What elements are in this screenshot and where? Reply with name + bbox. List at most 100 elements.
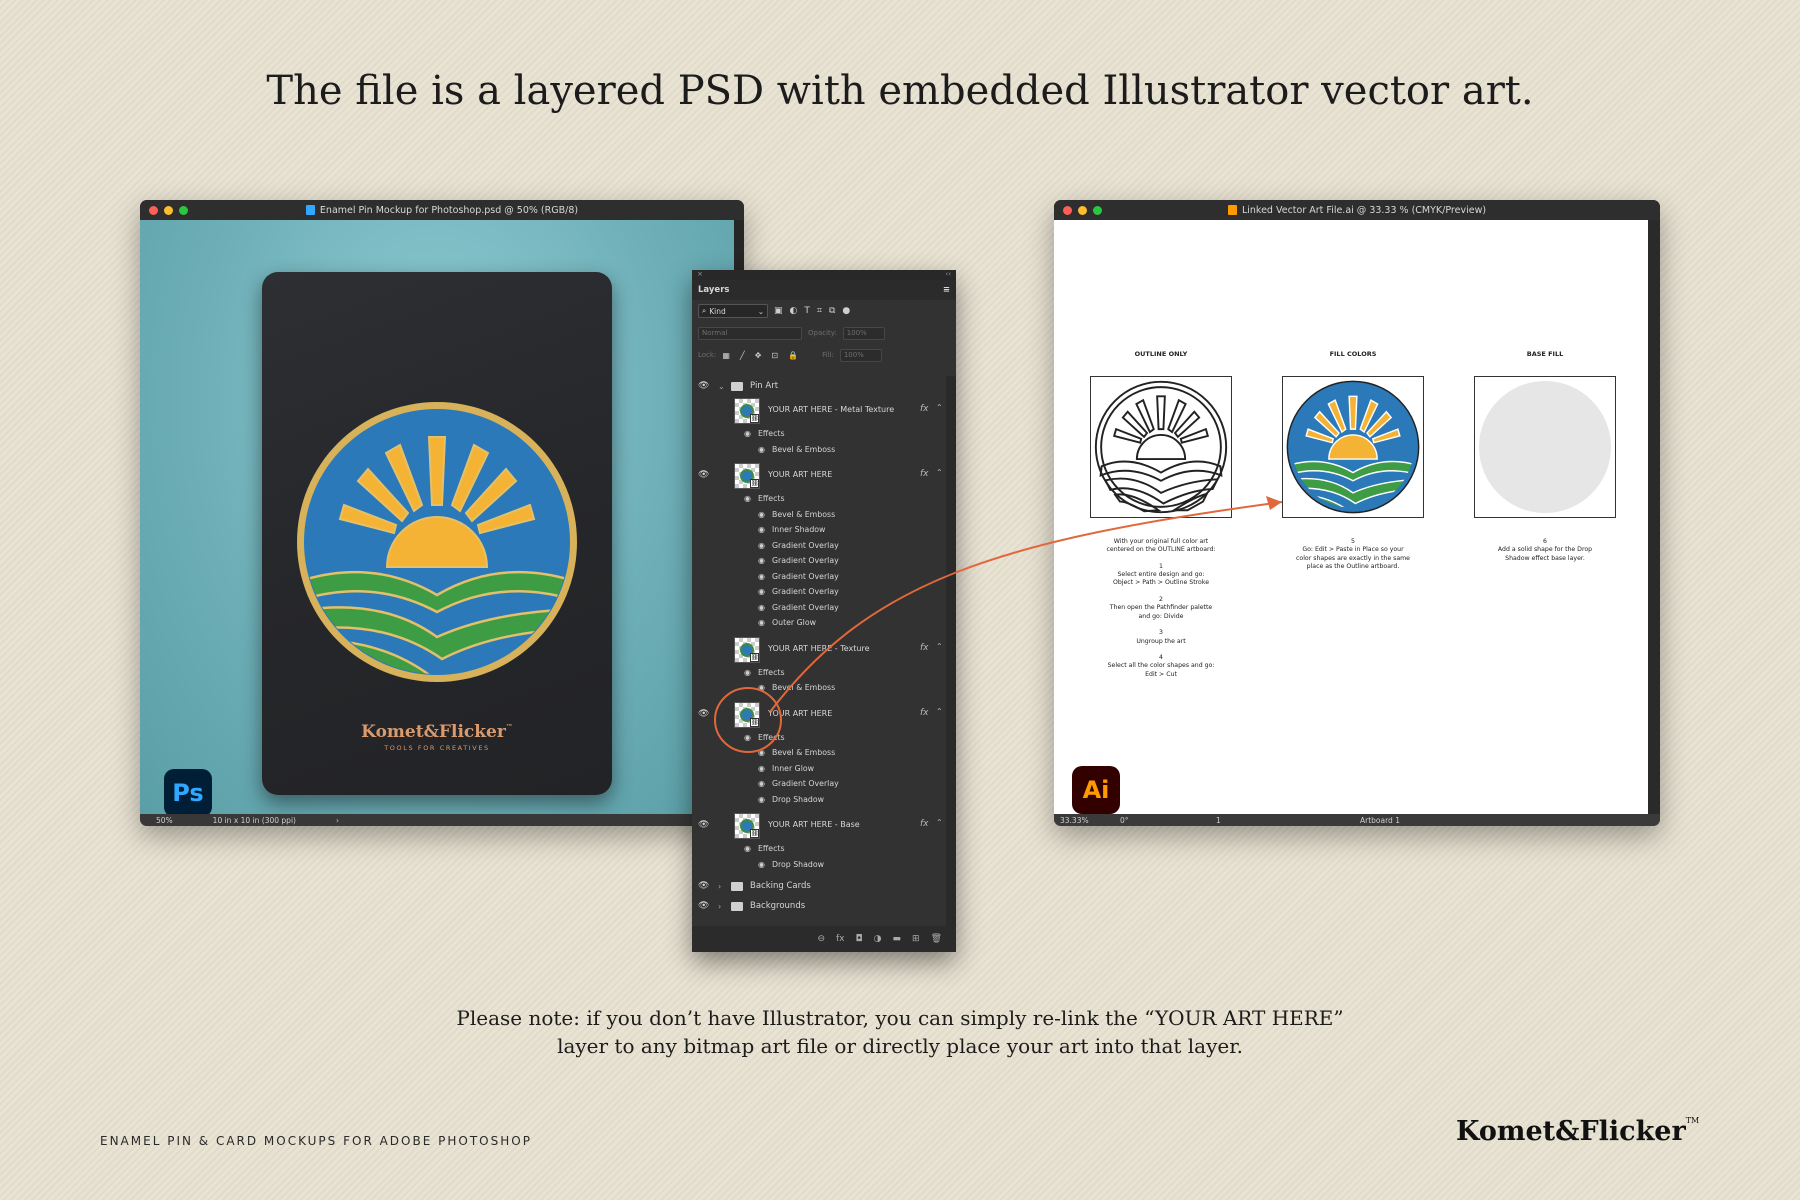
- chevron-right-icon[interactable]: ›: [718, 882, 721, 891]
- ps-status-caret-icon[interactable]: ›: [336, 816, 339, 825]
- effects-header[interactable]: ◉ Effects: [692, 426, 946, 442]
- panel-collapse-icon[interactable]: ‹‹: [945, 270, 951, 278]
- chevron-up-icon[interactable]: ⌃: [936, 707, 943, 716]
- artboard-base-fill[interactable]: [1474, 376, 1616, 518]
- filter-toggle-icon[interactable]: ●: [842, 306, 850, 316]
- chevron-up-icon[interactable]: ⌃: [936, 468, 943, 477]
- effect-eye-icon[interactable]: ◉: [758, 795, 765, 804]
- layers-scrollbar[interactable]: [946, 376, 956, 926]
- effect-eye-icon[interactable]: ◉: [744, 494, 751, 503]
- layer-row[interactable]: 👁 ⛓ YOUR ART HERE - Base fx ⌃: [692, 811, 946, 841]
- layers-panel[interactable]: × ‹‹ Layers ≡ ⌕ Kind ⌄ ▣ ◐ T ⌗ ⧉ ● Normal Opa…: [692, 270, 956, 952]
- lock-brush-icon[interactable]: ╱: [740, 351, 745, 360]
- effect-eye-icon[interactable]: ◉: [744, 668, 751, 677]
- effect-eye-icon[interactable]: ◉: [758, 779, 765, 788]
- effect-eye-icon[interactable]: ◉: [744, 733, 751, 742]
- effect-row[interactable]: ◉ Drop Shadow: [692, 792, 946, 808]
- effect-row[interactable]: ◉ Gradient Overlay: [692, 584, 946, 600]
- ps-doc-size[interactable]: 10 in x 10 in (300 ppi): [213, 816, 296, 825]
- eye-icon[interactable]: 👁: [698, 381, 709, 391]
- ai-vertical-scrollbar[interactable]: [1648, 220, 1660, 814]
- artboard-fill-colors[interactable]: [1282, 376, 1424, 518]
- effect-row[interactable]: ◉ Bevel & Emboss: [692, 745, 946, 761]
- chevron-down-icon[interactable]: ⌄: [718, 382, 725, 391]
- layer-list[interactable]: 👁 ⌄ Pin Art ⛓ YOUR ART HERE - Metal Texture f…: [692, 376, 946, 916]
- eye-icon[interactable]: 👁: [698, 470, 709, 480]
- layer-row[interactable]: 👁 ⛓ YOUR ART HERE fx ⌃: [692, 461, 946, 491]
- layers-tab[interactable]: Layers ≡: [692, 280, 956, 300]
- new-layer-icon[interactable]: ⊞: [912, 934, 920, 944]
- fx-icon[interactable]: fx: [920, 819, 929, 829]
- effect-eye-icon[interactable]: ◉: [758, 525, 765, 534]
- effect-eye-icon[interactable]: ◉: [758, 618, 765, 627]
- effect-eye-icon[interactable]: ◉: [758, 572, 765, 581]
- effect-row[interactable]: ◉ Gradient Overlay: [692, 600, 946, 616]
- effect-eye-icon[interactable]: ◉: [758, 510, 765, 519]
- lock-transparency-icon[interactable]: ▦: [722, 351, 730, 360]
- panel-menu-icon[interactable]: ≡: [943, 285, 950, 295]
- effect-row[interactable]: ◉ Inner Glow: [692, 761, 946, 777]
- zoom-window-button[interactable]: [179, 206, 188, 215]
- trash-icon[interactable]: 🗑: [931, 934, 942, 944]
- artboard-outline-only[interactable]: [1090, 376, 1232, 518]
- effect-eye-icon[interactable]: ◉: [758, 764, 765, 773]
- ai-page-number[interactable]: 1: [1216, 816, 1221, 825]
- lock-position-icon[interactable]: ✥: [755, 351, 762, 360]
- effect-eye-icon[interactable]: ◉: [758, 541, 765, 550]
- ai-zoom-level[interactable]: 33.33%: [1060, 816, 1089, 825]
- effect-row[interactable]: ◉ Gradient Overlay: [692, 776, 946, 792]
- ps-zoom-level[interactable]: 50%: [156, 816, 173, 825]
- effect-row[interactable]: ◉ Bevel & Emboss: [692, 442, 946, 458]
- ai-rotation[interactable]: 0°: [1120, 816, 1129, 825]
- effect-eye-icon[interactable]: ◉: [744, 844, 751, 853]
- chevron-up-icon[interactable]: ⌃: [936, 818, 943, 827]
- fx-icon[interactable]: fx: [920, 643, 929, 653]
- lock-all-icon[interactable]: 🔒: [788, 351, 798, 360]
- minimize-window-button[interactable]: [164, 206, 173, 215]
- effect-row[interactable]: ◉ Bevel & Emboss: [692, 680, 946, 696]
- effect-row[interactable]: ◉ Gradient Overlay: [692, 553, 946, 569]
- eye-icon[interactable]: 👁: [698, 820, 709, 830]
- adjustment-filter-icon[interactable]: ◐: [790, 306, 798, 316]
- blend-mode-select[interactable]: Normal: [698, 326, 802, 340]
- chevron-up-icon[interactable]: ⌃: [936, 642, 943, 651]
- layer-group-backing-cards[interactable]: 👁 › Backing Cards: [692, 876, 946, 896]
- pixel-filter-icon[interactable]: ▣: [774, 306, 783, 316]
- opacity-field[interactable]: 100%: [842, 326, 885, 340]
- effect-eye-icon[interactable]: ◉: [758, 860, 765, 869]
- new-group-icon[interactable]: ▬: [893, 934, 902, 944]
- close-window-button[interactable]: [149, 206, 158, 215]
- effect-eye-icon[interactable]: ◉: [758, 587, 765, 596]
- effect-row[interactable]: ◉ Outer Glow: [692, 615, 946, 631]
- eye-icon[interactable]: 👁: [698, 881, 709, 891]
- effect-row[interactable]: ◉ Drop Shadow: [692, 857, 946, 873]
- add-mask-icon[interactable]: ◘: [856, 934, 863, 944]
- effect-eye-icon[interactable]: ◉: [758, 683, 765, 692]
- eye-icon[interactable]: 👁: [698, 709, 709, 719]
- fill-field[interactable]: 100%: [839, 348, 882, 362]
- effect-row[interactable]: ◉ Gradient Overlay: [692, 538, 946, 554]
- add-style-icon[interactable]: fx: [836, 934, 845, 944]
- layer-group-pin-art[interactable]: 👁 ⌄ Pin Art: [692, 376, 946, 396]
- ai-artboard-name[interactable]: Artboard 1: [1360, 816, 1400, 825]
- smart-object-filter-icon[interactable]: ⧉: [829, 306, 835, 316]
- link-layers-icon[interactable]: ⊖: [817, 934, 825, 944]
- effect-row[interactable]: ◉ Bevel & Emboss: [692, 507, 946, 523]
- effect-eye-icon[interactable]: ◉: [758, 603, 765, 612]
- chevron-up-icon[interactable]: ⌃: [936, 403, 943, 412]
- fx-icon[interactable]: fx: [920, 708, 929, 718]
- effects-header[interactable]: ◉ Effects: [692, 491, 946, 507]
- eye-icon[interactable]: 👁: [698, 901, 709, 911]
- ai-artboard-canvas[interactable]: OUTLINE ONLY FILL COLORS BASE FILL With …: [1054, 220, 1648, 814]
- effect-row[interactable]: ◉ Gradient Overlay: [692, 569, 946, 585]
- effects-header[interactable]: ◉ Effects: [692, 665, 946, 681]
- layer-row[interactable]: ⛓ YOUR ART HERE - Metal Texture fx ⌃: [692, 396, 946, 426]
- photoshop-window[interactable]: Enamel Pin Mockup for Photoshop.psd @ 50…: [140, 200, 744, 826]
- effects-header[interactable]: ◉ Effects: [692, 730, 946, 746]
- chevron-right-icon[interactable]: ›: [718, 902, 721, 911]
- kind-filter-select[interactable]: ⌕ Kind ⌄: [698, 304, 768, 318]
- close-window-button[interactable]: [1063, 206, 1072, 215]
- effect-eye-icon[interactable]: ◉: [758, 445, 765, 454]
- effects-header[interactable]: ◉ Effects: [692, 841, 946, 857]
- fx-icon[interactable]: fx: [920, 404, 929, 414]
